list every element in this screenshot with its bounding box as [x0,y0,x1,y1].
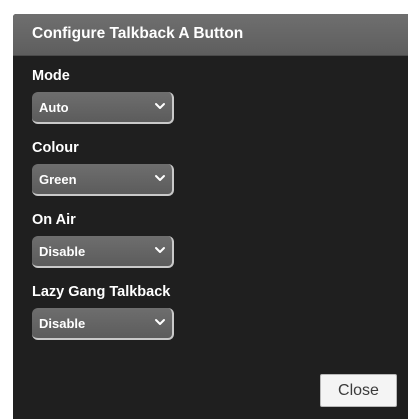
mode-select-value: Auto [39,100,69,115]
colour-select[interactable]: Green [32,164,174,196]
on-air-select-value: Disable [39,244,86,259]
on-air-select[interactable]: Disable [32,236,174,268]
lazy-gang-talkback-select[interactable]: Disable [32,308,174,340]
colour-select-value: Green [39,172,77,187]
chevron-down-icon [155,175,165,181]
chevron-down-icon [155,247,165,253]
on-air-label: On Air [32,212,76,228]
mode-select[interactable]: Auto [32,92,174,124]
chevron-down-icon [155,319,165,325]
dialog-title: Configure Talkback A Button [32,25,244,42]
chevron-down-icon [155,103,165,109]
colour-label: Colour [32,140,79,156]
dialog-header: Configure Talkback A Button [13,14,408,56]
lazy-gang-talkback-select-value: Disable [39,316,86,331]
lazy-gang-talkback-label: Lazy Gang Talkback [32,284,171,300]
configure-talkback-dialog: Configure Talkback A Button Mode Auto Co… [13,14,408,419]
mode-label: Mode [32,68,70,84]
close-button[interactable]: Close [320,374,397,407]
